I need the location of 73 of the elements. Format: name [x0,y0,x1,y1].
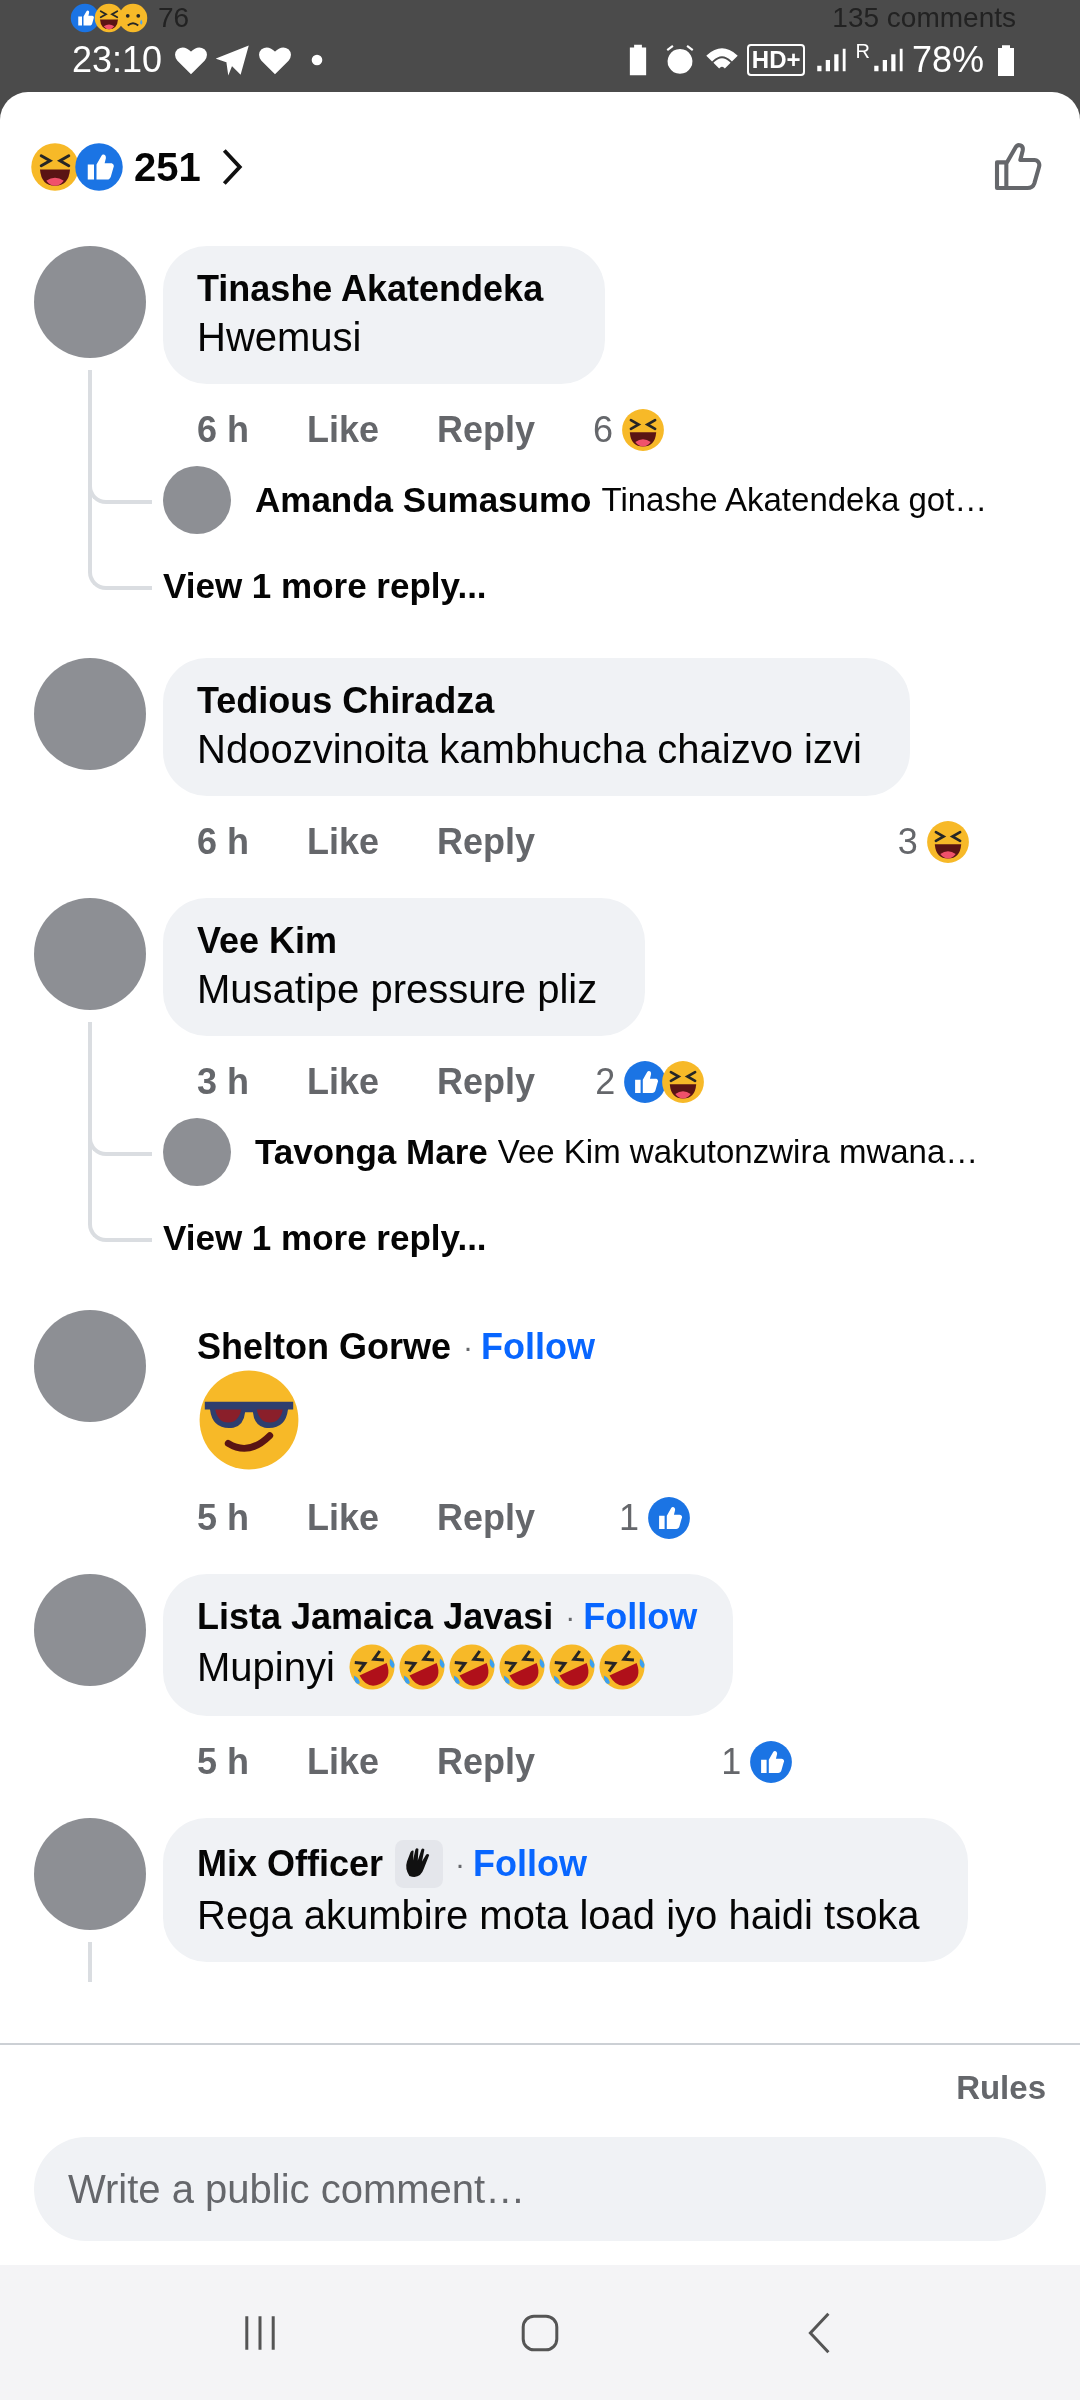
like-link[interactable]: Like [307,1497,380,1539]
reply-preview: Tinashe Akatendeka got… [601,481,988,519]
follow-link[interactable]: Follow [583,1596,698,1638]
roaming-label: R [855,40,870,63]
comment-time: 6 h [197,821,249,863]
view-more-replies-link[interactable]: View 1 more reply... [163,566,487,606]
author-name[interactable]: Tedious Chiradza [197,680,495,722]
reply-preview: Vee Kim wakutonzwira mwana… [497,1133,979,1171]
laughing-emoji-icon [621,408,666,452]
reaction-count[interactable]: 1 [721,1741,742,1783]
comment-text: Musatipe pressure pliz [197,966,598,1012]
sunglasses-emoji-icon [197,1368,301,1472]
battery-percent: 78% [911,39,984,81]
view-more-replies-link[interactable]: View 1 more reply... [163,1218,487,1258]
like-link[interactable]: Like [307,821,380,863]
like-reaction-icon [70,3,100,33]
author-name[interactable]: Amanda Sumasumo [255,480,592,520]
author-name[interactable]: Shelton Gorwe [197,1326,452,1368]
reaction-count[interactable]: 251 [134,144,201,190]
author-name[interactable]: Tinashe Akatendeka [197,268,544,310]
comment-time: 5 h [197,1741,249,1783]
comment-time: 6 h [197,409,249,451]
laughing-tears-emoji-icon [596,1642,647,1692]
laughing-emoji-icon [661,1060,706,1104]
thread-connector [88,1200,152,1242]
reply-link[interactable]: Reply [437,1741,536,1783]
reply-link[interactable]: Reply [437,1497,536,1539]
laughing-emoji-icon [30,142,80,192]
author-name[interactable]: Lista Jamaica Javasi [197,1596,554,1638]
comment-time: 5 h [197,1497,249,1539]
like-link[interactable]: Like [307,1061,380,1103]
status-time: 23:10 [72,39,163,81]
comment-text: Hwemusi [197,314,362,360]
thread-connector [88,548,152,590]
reply-link[interactable]: Reply [437,1061,536,1103]
author-name[interactable]: Mix Officer [197,1843,384,1885]
like-link[interactable]: Like [307,1741,380,1783]
reply-link[interactable]: Reply [437,821,536,863]
comment-time: 3 h [197,1061,249,1103]
sad-emoji-icon [118,3,148,33]
chevron-right-icon[interactable] [220,147,243,187]
follow-link[interactable]: Follow [481,1326,595,1368]
reply-link[interactable]: Reply [437,409,536,451]
laughing-tears-emoji-icon [496,1642,547,1692]
reaction-count[interactable]: 6 [593,409,614,451]
battery-icon [996,44,1016,76]
comment-text: Rega akumbire mota load iyo haidi tsoka [197,1892,920,1938]
reaction-count[interactable]: 2 [595,1061,616,1103]
separator-dot: · [565,1600,576,1634]
separator-dot: · [455,1847,466,1881]
laughing-emoji-icon [925,820,970,864]
laughing-tears-emoji-icon [346,1642,397,1692]
laughing-tears-emoji-icon [396,1642,447,1692]
author-name[interactable]: Vee Kim [197,920,338,962]
comment-input-field[interactable]: Write a public comment… [34,2137,1046,2241]
like-reaction-icon [74,142,124,192]
author-name[interactable]: Tavonga Mare [255,1132,488,1172]
comment-text: Ndoozvinoita kambhucha chaizvo izvi [197,726,862,772]
paper-plane-icon [216,43,251,77]
separator-dot: · [463,1330,474,1364]
like-reaction-icon [749,1740,794,1784]
like-reaction-icon [647,1496,691,1540]
hand-icon [395,1840,444,1888]
reaction-count[interactable]: 1 [619,1497,639,1539]
laughing-emoji-icon [94,3,124,33]
like-link[interactable]: Like [307,409,380,451]
follow-link[interactable]: Follow [473,1843,588,1885]
reaction-count[interactable]: 3 [897,821,918,863]
rules-link[interactable]: Rules [956,2069,1046,2107]
network-label: HD+ [746,44,806,76]
comment-text: Mupinyi [197,1644,335,1690]
laughing-tears-emoji-icon [546,1642,597,1692]
laughing-tears-emoji-icon [446,1642,497,1692]
